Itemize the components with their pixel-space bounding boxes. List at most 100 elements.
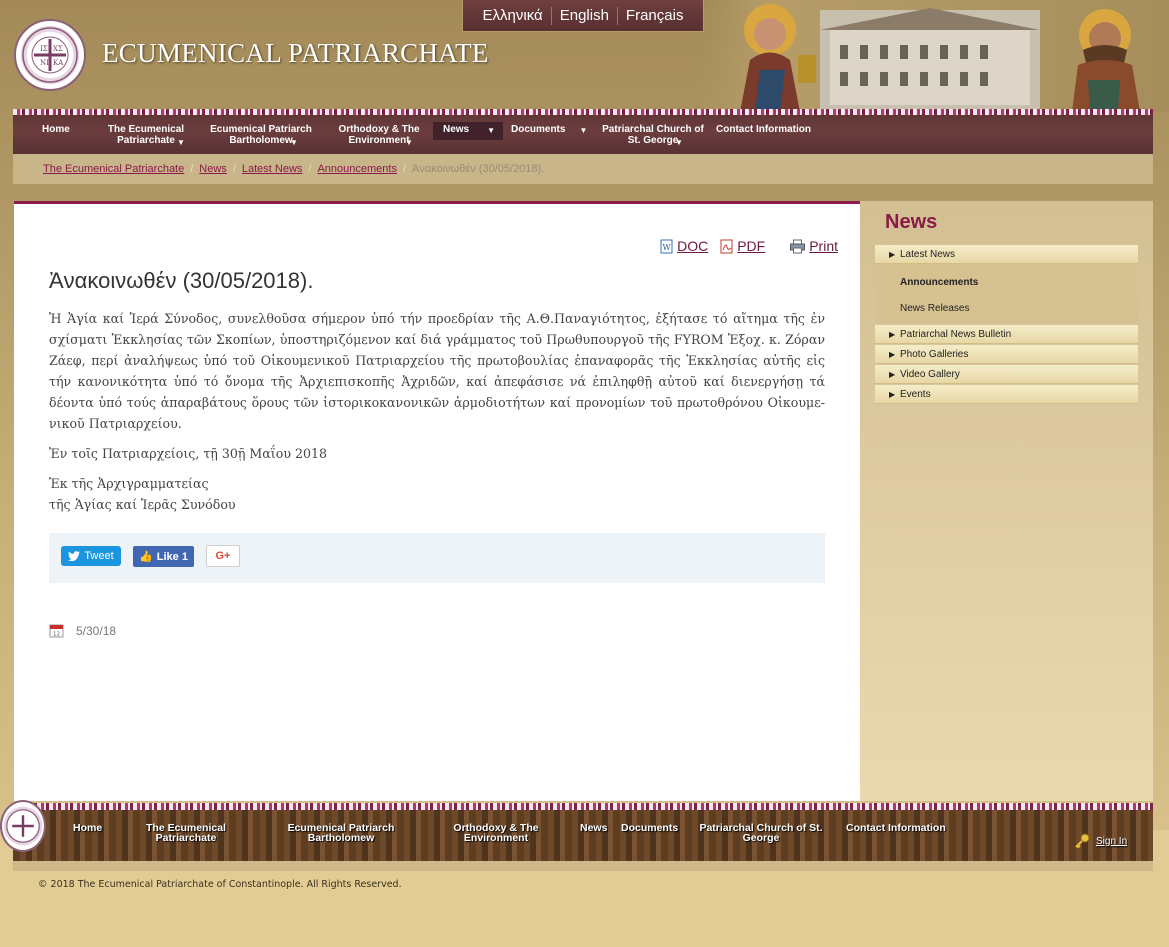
nav-item-church-st-george[interactable]: Patriarchal Church of St. George ▼: [599, 124, 707, 147]
article-paragraph: Ἐν τοῖς Πατριαρχείοις, τῇ 30ῇ Μαΐου 2018: [49, 446, 328, 461]
document-tools: W DOC PDF Print: [660, 238, 838, 254]
signature-line: τῆς Ἁγίας καί Ἱερᾶς Συνόδου: [49, 497, 236, 512]
post-date: 12 5/30/18: [49, 623, 116, 638]
calendar-icon: 12: [49, 624, 64, 638]
footer-link-ecumenical-patriarchate[interactable]: The Ecumenical Patriarchate: [143, 823, 229, 844]
thumbs-up-icon: 👍: [139, 551, 153, 563]
pdf-label: PDF: [737, 238, 766, 254]
nav-label: Ecumenical Patriarch Bartholomew: [210, 124, 312, 146]
google-plus-button[interactable]: G+: [206, 545, 240, 567]
decorative-border: [13, 803, 1153, 810]
caret-down-icon: ▼: [177, 138, 185, 147]
pdf-icon: [720, 239, 733, 253]
caret-down-icon: ▼: [675, 138, 683, 147]
footer-link-contact[interactable]: Contact Information: [846, 823, 946, 834]
sidebar-item-photo-galleries[interactable]: ▶ Photo Galleries: [875, 345, 1138, 364]
language-french[interactable]: Français: [618, 7, 692, 24]
breadcrumb-link[interactable]: Latest News: [242, 163, 303, 175]
share-bar: Tweet 👍 Like 1 G+: [49, 533, 825, 583]
sidebar-item-label: Patriarchal News Bulletin: [900, 329, 1012, 340]
language-english[interactable]: English: [552, 7, 617, 24]
nav-item-orthodoxy-environment[interactable]: Orthodoxy & The Environment ▼: [331, 124, 427, 147]
word-doc-icon: W: [660, 239, 673, 253]
twitter-bird-icon: [68, 551, 81, 561]
triangle-right-icon: ▶: [889, 330, 896, 339]
footer-strip: [13, 861, 1153, 871]
nav-label: News: [443, 124, 470, 135]
nav-label: Documents: [511, 124, 566, 135]
nav-item-documents[interactable]: Documents ▼: [511, 124, 587, 136]
breadcrumb-separator: /: [402, 163, 407, 175]
nav-item-contact[interactable]: Contact Information: [716, 124, 811, 135]
footer-link-orthodoxy-environment[interactable]: Orthodoxy & The Environment: [449, 823, 543, 844]
gplus-label: G+: [215, 550, 231, 562]
sidebar-title: News: [885, 211, 938, 233]
doc-download-link[interactable]: W DOC: [660, 238, 708, 254]
doc-label: DOC: [677, 238, 709, 254]
like-label: Like 1: [156, 550, 188, 563]
nav-item-ecumenical-patriarchate[interactable]: The Ecumenical Patriarchate ▼: [101, 124, 191, 147]
triangle-right-icon: ▶: [889, 390, 896, 399]
sidebar-item-latest-news[interactable]: ▶ Latest News: [875, 245, 1138, 264]
breadcrumb-current: Ἀνακοινωθέν (30/05/2018).: [412, 163, 545, 175]
facebook-like-button[interactable]: 👍 Like 1: [133, 546, 194, 567]
svg-text:ΚΑ: ΚΑ: [53, 59, 64, 67]
article-paragraph: Ἡ Ἁγία καί Ἱερά Σύνοδος, συνελθοῦσα σήμε…: [49, 311, 825, 431]
sidebar-item-label: Video Gallery: [900, 369, 960, 380]
copyright-text: © 2018 The Ecumenical Patriarchate of Co…: [38, 879, 402, 890]
signature-line: Ἐκ τῆς Ἀρχιγραμματείας: [49, 476, 209, 491]
patriarchate-seal-icon[interactable]: ΙΣ ΧΣ ΝΙ ΚΑ: [14, 19, 86, 91]
breadcrumb-link[interactable]: Announcements: [317, 163, 397, 175]
svg-text:ΝΙ: ΝΙ: [40, 59, 49, 67]
svg-text:ΧΣ: ΧΣ: [53, 45, 63, 53]
footer-link-home[interactable]: Home: [73, 823, 102, 834]
print-link[interactable]: Print: [789, 238, 838, 254]
footer-link-news[interactable]: News: [580, 823, 607, 834]
sidebar-submenu: Announcements News Releases: [875, 265, 1138, 323]
breadcrumb-link[interactable]: The Ecumenical Patriarchate: [43, 163, 184, 175]
breadcrumb-separator: /: [232, 163, 236, 175]
site-header: ΙΣ ΧΣ ΝΙ ΚΑ ECUMENICAL PATRIARCHATE Ελλη…: [0, 0, 1169, 112]
decorative-border: [13, 109, 1153, 115]
saints-icon-artwork: [700, 0, 1169, 112]
article-panel: W DOC PDF Print Ἀνακοινωθέν (30/05/2018)…: [14, 201, 860, 801]
caret-down-icon: ▼: [487, 126, 496, 135]
caret-down-icon: ▼: [290, 138, 298, 147]
breadcrumb: The Ecumenical Patriarchate / News / Latest …: [13, 154, 1153, 184]
nav-item-patriarch-bartholomew[interactable]: Ecumenical Patriarch Bartholomew ▼: [206, 124, 316, 147]
nav-item-news[interactable]: News ▼: [433, 122, 504, 140]
nav-label: Contact Information: [716, 124, 811, 135]
tweet-button[interactable]: Tweet: [61, 546, 121, 566]
sidebar-item-label: Latest News: [900, 249, 956, 260]
footer-link-patriarch-bartholomew[interactable]: Ecumenical Patriarch Bartholomew: [285, 823, 397, 844]
breadcrumb-separator: /: [190, 163, 194, 175]
print-label: Print: [809, 238, 838, 254]
caret-down-icon: ▼: [405, 138, 413, 147]
sidebar-item-label: Photo Galleries: [900, 349, 969, 360]
footer-seal-icon[interactable]: [0, 800, 46, 852]
caret-down-icon: ▼: [579, 126, 588, 135]
sidebar-item-events[interactable]: ▶ Events: [875, 385, 1138, 404]
sidebar-subitem-announcements[interactable]: Announcements: [900, 277, 978, 288]
triangle-right-icon: ▶: [889, 370, 896, 379]
sidebar-item-video-gallery[interactable]: ▶ Video Gallery: [875, 365, 1138, 384]
main-navigation: Home The Ecumenical Patriarchate ▼ Ecume…: [13, 109, 1153, 154]
sign-in-link[interactable]: Sign In: [1096, 836, 1127, 847]
footer-link-church-st-george[interactable]: Patriarchal Church of St. George: [699, 823, 823, 844]
language-greek[interactable]: Ελληνικά: [475, 7, 551, 24]
breadcrumb-link[interactable]: News: [199, 163, 227, 175]
tweet-label: Tweet: [84, 550, 114, 562]
footer-link-documents[interactable]: Documents: [621, 823, 678, 834]
language-switcher: Ελληνικά English Français: [462, 0, 704, 32]
site-title[interactable]: ECUMENICAL PATRIARCHATE: [102, 38, 489, 69]
nav-item-home[interactable]: Home: [42, 124, 70, 135]
pdf-download-link[interactable]: PDF: [720, 238, 765, 254]
sidebar-item-news-bulletin[interactable]: ▶ Patriarchal News Bulletin: [875, 325, 1138, 344]
sidebar-subitem-news-releases[interactable]: News Releases: [900, 303, 969, 314]
key-icon: [1075, 833, 1090, 849]
sidebar-item-label: Events: [900, 389, 931, 400]
footer-navigation: Home The Ecumenical Patriarchate Ecumeni…: [13, 803, 1153, 861]
nav-label: Patriarchal Church of St. George: [602, 124, 704, 146]
printer-icon: [790, 239, 806, 253]
svg-text:W: W: [663, 243, 672, 252]
